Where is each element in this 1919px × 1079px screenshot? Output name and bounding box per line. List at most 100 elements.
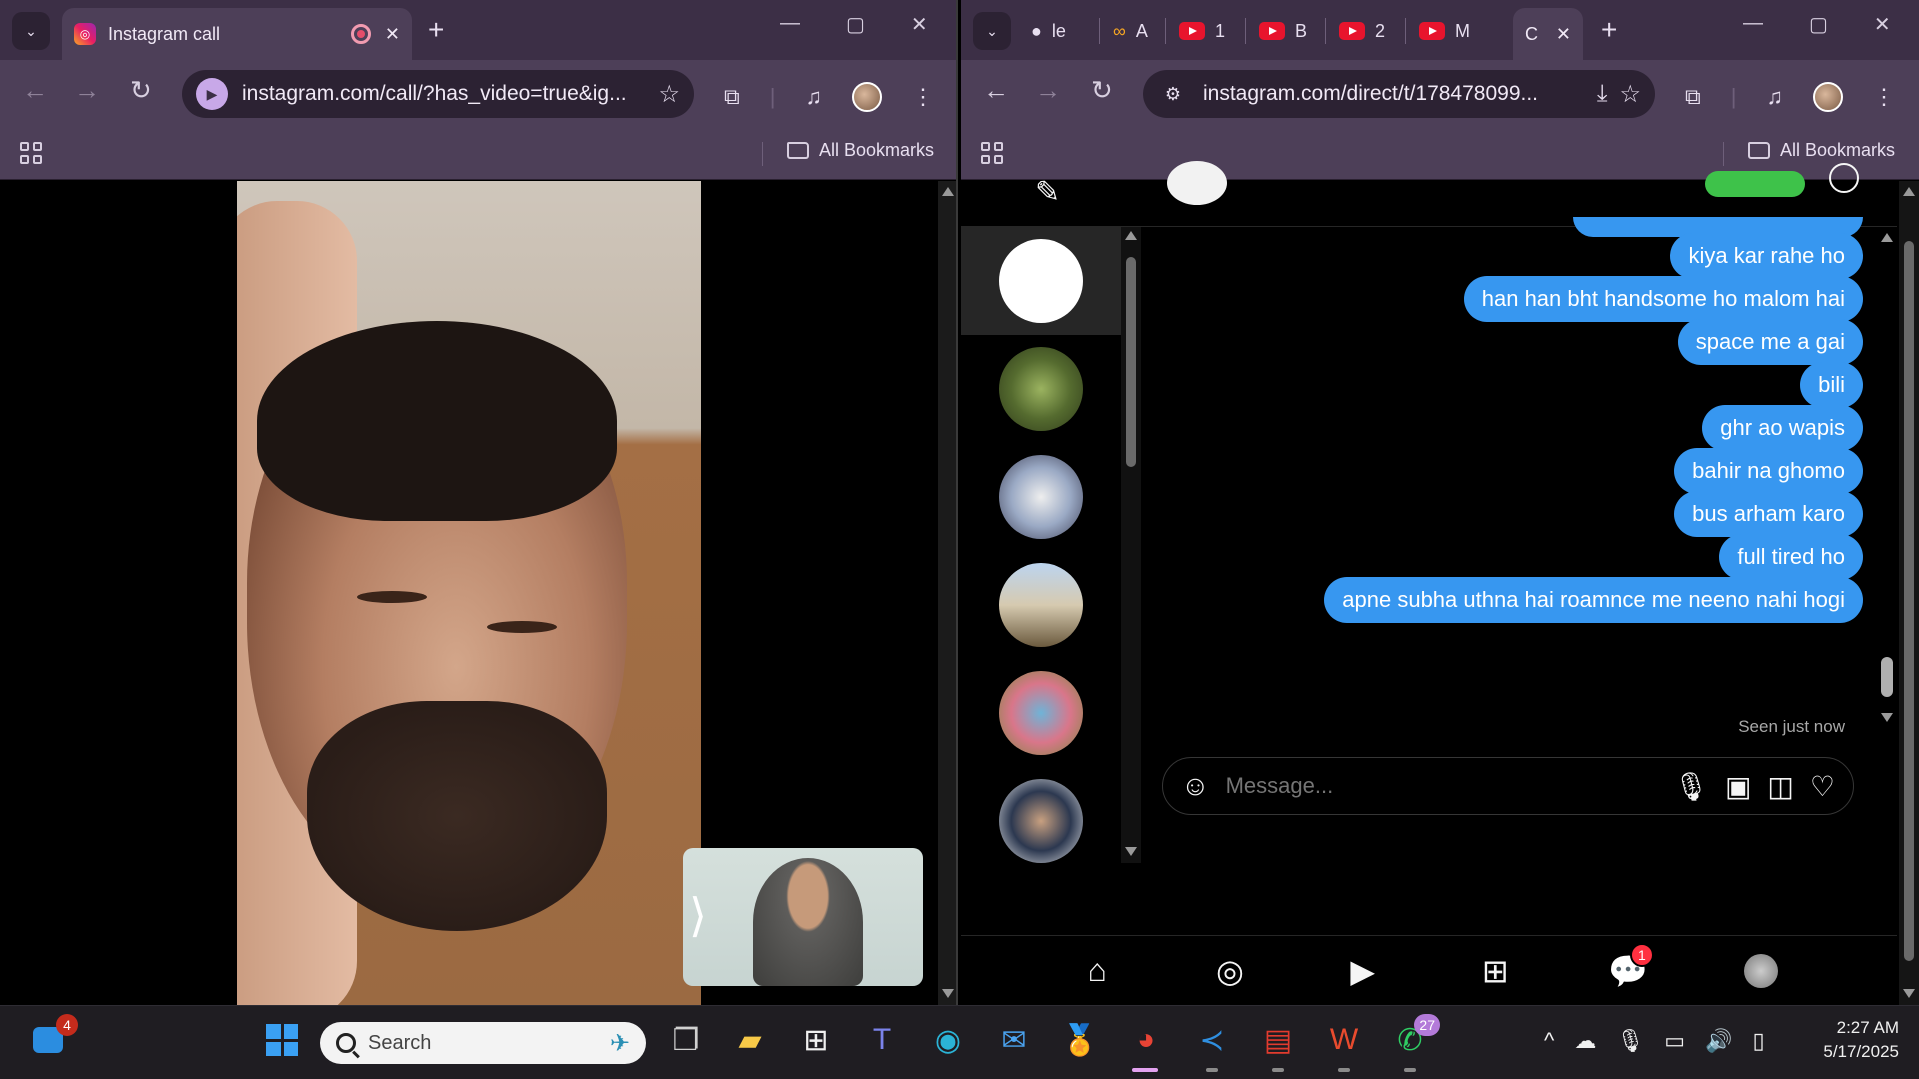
scroll-up-arrow[interactable] bbox=[1881, 233, 1893, 242]
close-tab-icon[interactable]: ✕ bbox=[385, 24, 400, 45]
conversation-item[interactable] bbox=[961, 335, 1121, 443]
self-video-preview[interactable]: ⟩ bbox=[683, 848, 923, 986]
message-input[interactable] bbox=[1225, 773, 1658, 799]
message-bubble[interactable]: space me a gai bbox=[1677, 319, 1863, 365]
scroll-up-arrow[interactable] bbox=[1125, 231, 1137, 240]
scroll-up-arrow[interactable] bbox=[942, 187, 954, 196]
close-window-button[interactable]: ✕ bbox=[911, 12, 928, 37]
minimize-button[interactable]: — bbox=[1743, 12, 1763, 37]
conversation-item[interactable] bbox=[961, 659, 1121, 767]
conversation-item[interactable] bbox=[961, 443, 1121, 551]
call-active-pill[interactable] bbox=[1705, 171, 1805, 197]
conversation-item[interactable] bbox=[961, 767, 1121, 875]
tab-youtube-4[interactable]: M bbox=[1419, 14, 1470, 48]
close-window-button[interactable]: ✕ bbox=[1874, 12, 1891, 37]
back-arrow-icon[interactable]: ← bbox=[983, 74, 1009, 106]
achievement-app-button[interactable]: 🏅 bbox=[1060, 1020, 1100, 1060]
reload-icon[interactable]: ↻ bbox=[1091, 74, 1113, 106]
network-icon[interactable]: ▭ bbox=[1664, 1028, 1685, 1054]
emoji-icon[interactable]: ☺ bbox=[1181, 770, 1210, 802]
sticker-icon[interactable]: ◫ bbox=[1767, 770, 1793, 803]
new-tab-button[interactable]: + bbox=[1601, 12, 1617, 48]
all-bookmarks-button[interactable]: All Bookmarks bbox=[787, 140, 934, 161]
message-bubble[interactable]: bus arham karo bbox=[1674, 491, 1863, 537]
camera-permission-icon[interactable]: ▶ bbox=[196, 78, 228, 110]
messenger-icon[interactable]: 💬 1 bbox=[1606, 942, 1654, 993]
maximize-button[interactable]: ▢ bbox=[1809, 12, 1828, 37]
extensions-icon[interactable]: ⧉ bbox=[724, 84, 740, 110]
apps-grid-icon[interactable] bbox=[20, 142, 42, 164]
volume-icon[interactable]: 🔊 bbox=[1705, 1028, 1732, 1054]
menu-dots-icon[interactable]: ⋮ bbox=[912, 84, 934, 110]
message-bubble[interactable]: ghr ao wapis bbox=[1702, 405, 1863, 451]
tab-github[interactable]: ● le bbox=[1031, 14, 1066, 48]
install-app-icon[interactable]: ⤓ bbox=[1597, 80, 1608, 108]
tab-infinity[interactable]: ∞ A bbox=[1113, 14, 1148, 48]
scroll-down-arrow[interactable] bbox=[1881, 713, 1893, 722]
scroll-thumb[interactable] bbox=[1126, 257, 1136, 467]
address-bar[interactable]: ⚙ instagram.com/direct/t/178478099... ⤓ … bbox=[1143, 70, 1655, 118]
minimize-button[interactable]: — bbox=[780, 12, 800, 37]
conversation-item[interactable] bbox=[961, 227, 1121, 335]
pdf-app-button[interactable]: ▤ bbox=[1258, 1020, 1298, 1072]
message-bubble[interactable]: full tired ho bbox=[1719, 534, 1863, 580]
all-bookmarks-button[interactable]: All Bookmarks bbox=[1748, 140, 1895, 161]
profile-avatar[interactable] bbox=[1812, 82, 1843, 112]
scroll-up-arrow[interactable] bbox=[1903, 187, 1915, 196]
create-icon[interactable]: ⊞ bbox=[1473, 949, 1517, 993]
extensions-icon[interactable]: ⧉ bbox=[1685, 84, 1701, 110]
message-bubble[interactable]: bili bbox=[1800, 362, 1863, 408]
maximize-button[interactable]: ▢ bbox=[846, 12, 865, 37]
microphone-icon[interactable]: 🎙 bbox=[1616, 1028, 1644, 1054]
bookmark-star-icon[interactable]: ☆ bbox=[1619, 80, 1641, 109]
system-clock[interactable]: 2:27 AM 5/17/2025 bbox=[1823, 1016, 1899, 1064]
site-settings-icon[interactable]: ⚙ bbox=[1157, 78, 1189, 110]
edge-button[interactable]: ◉ bbox=[928, 1020, 968, 1060]
microsoft-store-button[interactable]: ⊞ bbox=[796, 1020, 836, 1060]
new-tab-button[interactable]: + bbox=[428, 12, 444, 48]
onedrive-icon[interactable]: ☁ bbox=[1574, 1028, 1596, 1054]
wps-office-button[interactable]: W bbox=[1324, 1020, 1364, 1072]
message-bubble[interactable]: kiya kar rahe ho bbox=[1670, 233, 1863, 279]
scroll-down-arrow[interactable] bbox=[1125, 847, 1137, 856]
menu-dots-icon[interactable]: ⋮ bbox=[1873, 84, 1895, 110]
battery-icon[interactable]: ▯ bbox=[1752, 1028, 1764, 1054]
tab-youtube-1[interactable]: 1 bbox=[1179, 14, 1225, 48]
tab-instagram-call[interactable]: ◎ Instagram call ✕ bbox=[62, 8, 412, 60]
heart-icon[interactable]: ♡ bbox=[1810, 770, 1835, 803]
explore-icon[interactable]: ◎ bbox=[1208, 949, 1252, 993]
mail-button[interactable]: ✉ bbox=[994, 1020, 1034, 1060]
address-bar[interactable]: ▶ instagram.com/call/?has_video=true&ig.… bbox=[182, 70, 694, 118]
tab-youtube-3[interactable]: 2 bbox=[1339, 14, 1385, 48]
start-button[interactable] bbox=[262, 1020, 302, 1060]
taskbar-search[interactable]: Search ✈ bbox=[320, 1022, 646, 1064]
forward-arrow-icon[interactable]: → bbox=[74, 74, 100, 106]
microphone-icon[interactable]: 🎙 bbox=[1673, 770, 1709, 803]
vscode-button[interactable]: ≺ bbox=[1192, 1020, 1232, 1072]
scrollbar[interactable] bbox=[938, 181, 956, 1005]
scroll-down-arrow[interactable] bbox=[1903, 989, 1915, 998]
forward-arrow-icon[interactable]: → bbox=[1035, 74, 1061, 106]
reload-icon[interactable]: ↻ bbox=[130, 74, 152, 106]
scroll-down-arrow[interactable] bbox=[942, 989, 954, 998]
media-controls-icon[interactable]: ♫ bbox=[805, 84, 822, 110]
profile-nav[interactable] bbox=[1739, 949, 1783, 993]
tab-search-button[interactable]: ⌄ bbox=[12, 12, 50, 50]
expand-chevron-icon[interactable]: ⟩ bbox=[689, 888, 707, 942]
scroll-thumb[interactable] bbox=[1881, 657, 1893, 697]
page-scrollbar[interactable] bbox=[1899, 181, 1919, 1005]
chrome-button[interactable]: ◕ bbox=[1126, 1020, 1166, 1072]
message-bubble[interactable]: bahir na ghomo bbox=[1674, 448, 1863, 494]
info-icon[interactable] bbox=[1829, 163, 1859, 193]
new-message-icon[interactable]: ✎ bbox=[1035, 175, 1060, 210]
reels-icon[interactable]: ▶ bbox=[1341, 949, 1385, 993]
home-icon[interactable]: ⌂ bbox=[1075, 949, 1119, 993]
widgets-button[interactable]: 4 bbox=[28, 1014, 78, 1060]
chat-scrollbar[interactable] bbox=[1877, 227, 1897, 727]
profile-avatar[interactable] bbox=[851, 82, 882, 112]
tab-search-button[interactable]: ⌄ bbox=[973, 12, 1011, 50]
bookmark-star-icon[interactable]: ☆ bbox=[658, 80, 680, 109]
message-bubble[interactable]: apne subha uthna hai roamnce me neeno na… bbox=[1324, 577, 1863, 623]
conversation-scrollbar[interactable] bbox=[1121, 227, 1141, 863]
scroll-thumb[interactable] bbox=[1904, 241, 1914, 961]
